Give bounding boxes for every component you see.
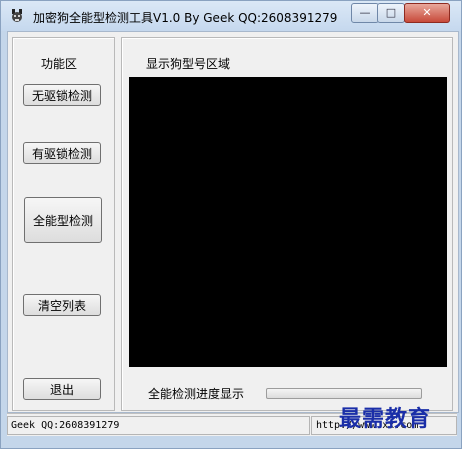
client-area: 功能区 无驱锁检测 有驱锁检测 全能型检测 清空列表 退出 显示狗型号区域 全能… [7,31,459,413]
maximize-button[interactable]: □ [377,3,405,23]
status-pane-contact: Geek QQ:2608391279 [7,416,310,435]
clear-list-button[interactable]: 清空列表 [23,294,101,316]
dog-app-icon [12,9,22,22]
full-detect-button[interactable]: 全能型检测 [24,197,102,243]
dongle-model-display[interactable] [129,77,447,367]
exit-button[interactable]: 退出 [23,378,101,400]
progress-label: 全能检测进度显示 [148,387,245,401]
title-bar[interactable]: 加密狗全能型检测工具V1.0 By Geek QQ:2608391279 — □… [1,1,461,31]
function-panel-title: 功能区 [41,57,78,71]
minimize-button[interactable]: — [351,3,379,23]
detect-progress-bar [266,388,422,399]
no-driver-lock-detect-button[interactable]: 无驱锁检测 [23,84,101,106]
display-area-title: 显示狗型号区域 [146,57,231,71]
close-button[interactable]: ✕ [404,3,450,23]
app-window: 加密狗全能型检测工具V1.0 By Geek QQ:2608391279 — □… [0,0,462,449]
driver-lock-detect-button[interactable]: 有驱锁检测 [23,142,101,164]
window-title: 加密狗全能型检测工具V1.0 By Geek QQ:2608391279 [33,11,338,25]
watermark-logo: 最需教育 [339,406,432,432]
